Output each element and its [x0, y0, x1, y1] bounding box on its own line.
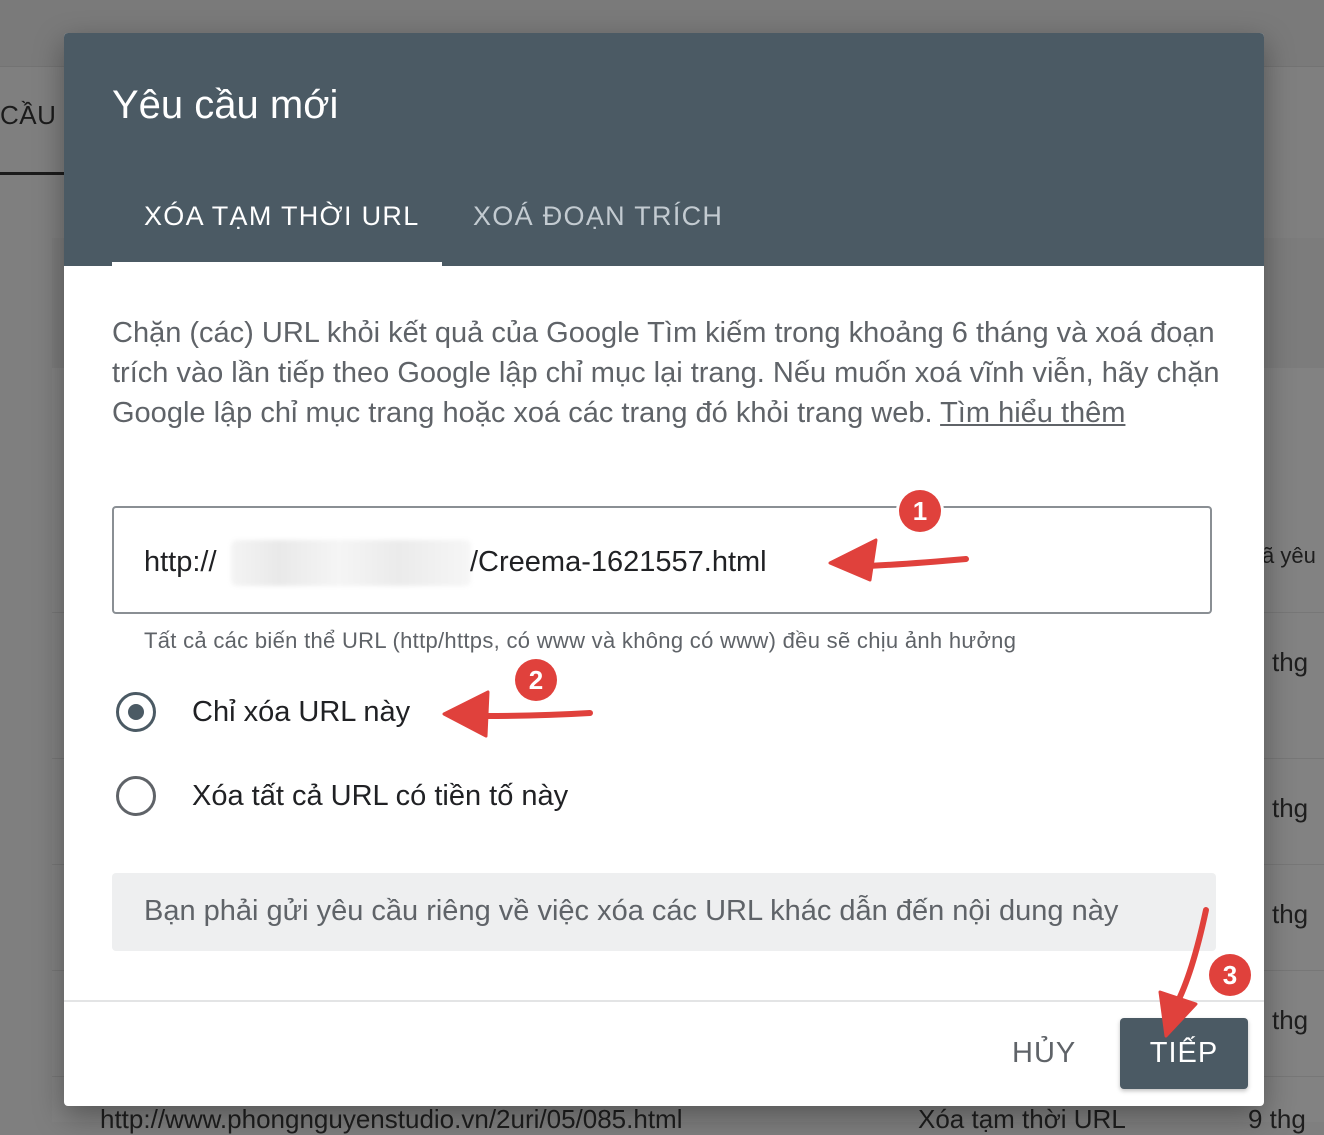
- tab-temporary-remove-url[interactable]: XÓA TẠM THỜI URL: [144, 201, 420, 232]
- dialog-header: Yêu cầu mới XÓA TẠM THỜI URL XOÁ ĐOẠN TR…: [64, 33, 1264, 266]
- background-cell: thg: [1272, 899, 1309, 929]
- footer-divider: [64, 1000, 1264, 1002]
- radio-checked-icon[interactable]: [116, 692, 156, 732]
- background-column-header: ã yêu: [1262, 543, 1316, 568]
- learn-more-link[interactable]: Tìm hiểu thêm: [940, 397, 1125, 429]
- option-label: Chỉ xóa URL này: [192, 696, 411, 728]
- step-badge-2: 2: [515, 659, 557, 701]
- background-cell: thg: [1272, 647, 1309, 677]
- radio-dot: [128, 704, 144, 720]
- option-label: Xóa tất cả URL có tiền tố này: [192, 780, 569, 812]
- cancel-button[interactable]: HỦY: [1012, 1037, 1076, 1070]
- background-row-url: http://www.phongnguyenstudio.vn/2uri/05/…: [100, 1104, 683, 1134]
- background-row-date: 9 thg: [1248, 1104, 1306, 1134]
- radio-unchecked-icon[interactable]: [116, 776, 156, 816]
- info-text: Bạn phải gửi yêu cầu riêng về việc xóa c…: [144, 895, 1119, 927]
- info-banner: Bạn phải gửi yêu cầu riêng về việc xóa c…: [112, 873, 1216, 951]
- url-helper-text: Tất cả các biến thể URL (http/https, có …: [144, 628, 1017, 653]
- dialog-description: Chặn (các) URL khỏi kết quả của Google T…: [112, 313, 1222, 433]
- background-tab: CẦU: [0, 100, 57, 130]
- background-row-type: Xóa tạm thời URL: [918, 1104, 1126, 1134]
- new-request-dialog: Yêu cầu mới XÓA TẠM THỜI URL XOÁ ĐOẠN TR…: [64, 33, 1264, 1106]
- url-prefix: http://: [144, 546, 217, 578]
- url-domain-blurred: [231, 540, 471, 586]
- background-cell: thg: [1272, 1005, 1309, 1035]
- step-badge-3: 3: [1209, 954, 1251, 996]
- active-tab-indicator: [112, 262, 442, 266]
- next-button[interactable]: TIẾP: [1120, 1018, 1248, 1089]
- background-tab-indicator: [0, 172, 64, 175]
- step-badge-1: 1: [899, 490, 941, 532]
- background-cell: thg: [1272, 793, 1309, 823]
- dialog-title: Yêu cầu mới: [112, 83, 339, 127]
- url-path: /Creema-1621557.html: [470, 546, 767, 578]
- url-input[interactable]: http:// /Creema-1621557.html: [112, 506, 1212, 614]
- tab-clear-snippet[interactable]: XOÁ ĐOẠN TRÍCH: [473, 201, 723, 232]
